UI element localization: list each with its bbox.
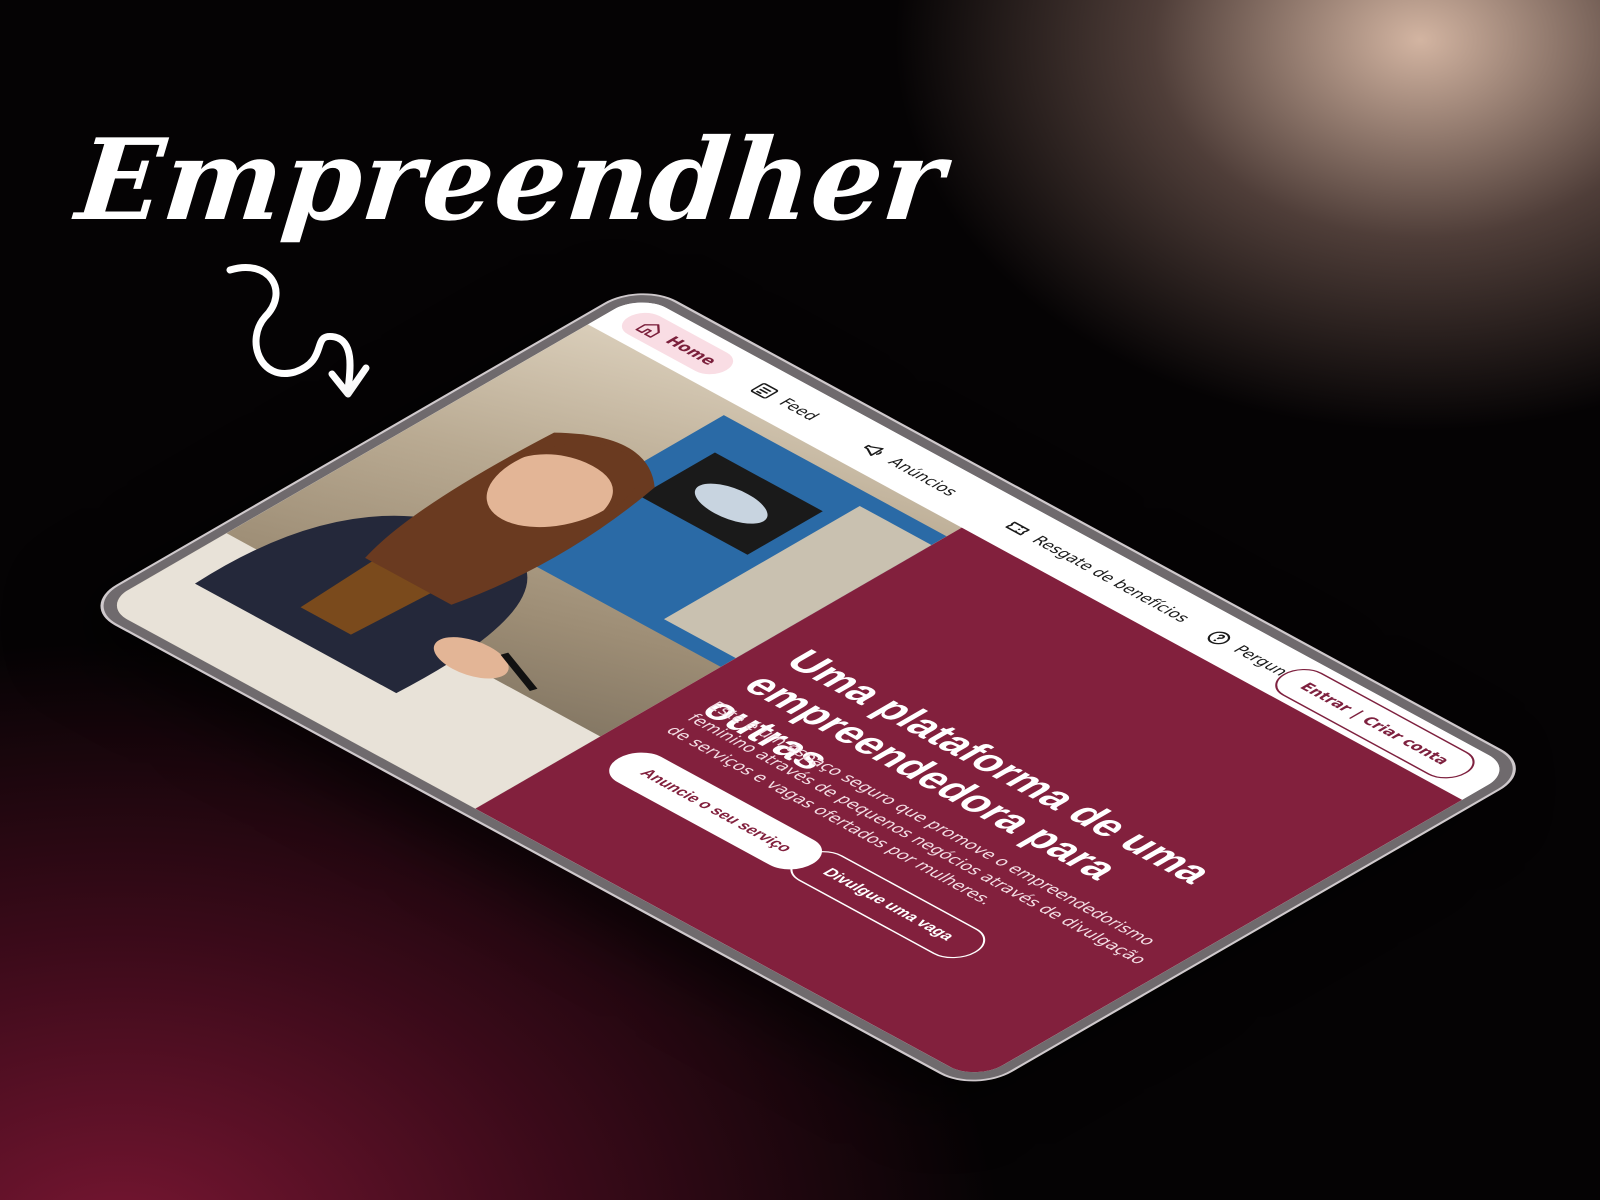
home-icon xyxy=(635,324,660,338)
curly-arrow-icon xyxy=(226,264,370,398)
question-icon xyxy=(1207,631,1231,645)
nav-item-label: Home xyxy=(660,334,722,368)
ticket-icon xyxy=(1005,521,1030,536)
login-link[interactable]: Entrar xyxy=(1296,680,1358,714)
feed-icon xyxy=(750,383,779,399)
brand-handwritten-title: Empreendher xyxy=(71,115,952,246)
megaphone-icon xyxy=(864,444,884,456)
nav-item-label: Feed xyxy=(774,395,824,424)
